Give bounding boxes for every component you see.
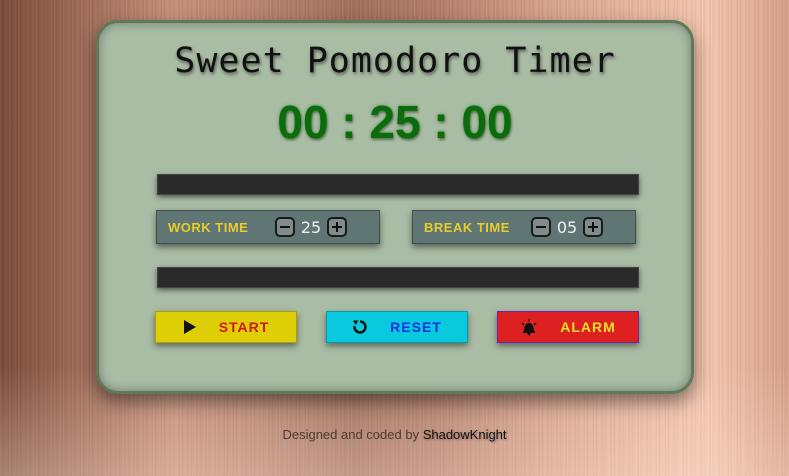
work-time-value: 25	[300, 217, 322, 237]
work-progress-bar	[157, 174, 639, 195]
reset-button[interactable]: RESET	[326, 311, 468, 343]
alarm-button[interactable]: ALARM	[497, 311, 639, 343]
app-title: Sweet Pomodoro Timer	[174, 41, 616, 81]
work-time-label: WORK TIME	[168, 219, 249, 235]
work-decrement-button[interactable]	[275, 217, 295, 237]
footer-credit: Designed and coded by ShadowKnight	[0, 427, 789, 442]
break-increment-button[interactable]	[583, 217, 603, 237]
author-name: ShadowKnight	[422, 427, 507, 442]
reset-button-label: RESET	[390, 319, 442, 335]
rotate-ccw-icon	[352, 319, 368, 335]
plus-icon	[588, 222, 598, 232]
alarm-button-label: ALARM	[560, 319, 616, 335]
minus-icon	[280, 226, 290, 228]
alarm-bell-icon	[520, 318, 538, 336]
start-button-label: START	[218, 319, 270, 335]
work-time-control: WORK TIME 25	[156, 210, 380, 244]
play-icon	[183, 319, 197, 335]
break-time-label: BREAK TIME	[424, 219, 510, 235]
break-decrement-button[interactable]	[531, 217, 551, 237]
countdown-display: 00 : 25 : 00	[277, 96, 513, 148]
minus-icon	[536, 226, 546, 228]
work-increment-button[interactable]	[327, 217, 347, 237]
break-progress-bar	[157, 267, 639, 288]
break-time-value: 05	[556, 217, 578, 237]
footer-text: Designed and coded by	[282, 427, 423, 442]
timer-card: Sweet Pomodoro Timer 00 : 25 : 00 WORK T…	[96, 20, 694, 394]
break-time-control: BREAK TIME 05	[412, 210, 636, 244]
start-button[interactable]: START	[155, 311, 297, 343]
plus-icon	[332, 222, 342, 232]
